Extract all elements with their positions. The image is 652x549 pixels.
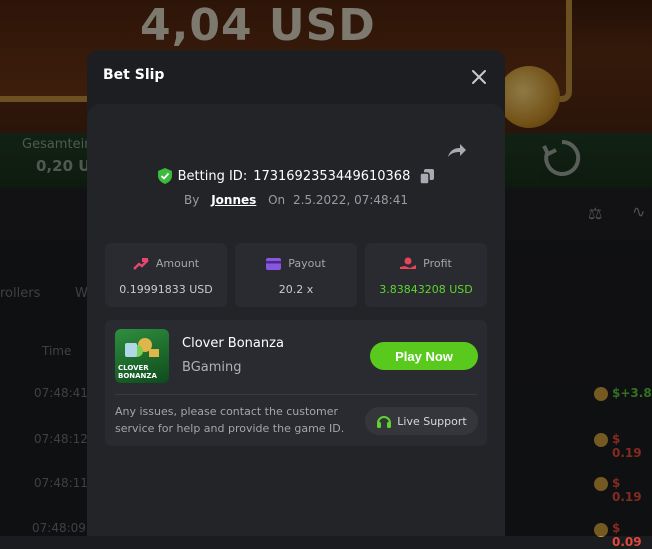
divider: [115, 394, 477, 395]
game-name[interactable]: Clover Bonanza: [182, 336, 284, 351]
live-support-button[interactable]: Live Support: [365, 407, 478, 435]
stat-label: Payout: [288, 257, 326, 270]
stat-label: Profit: [423, 257, 452, 270]
copy-icon[interactable]: [420, 168, 435, 184]
stat-value: 0.19991833 USD: [119, 283, 213, 296]
verified-shield-icon: [157, 168, 172, 184]
headset-icon: [377, 415, 392, 428]
thumb-title: CLOVER BONANZA: [118, 364, 157, 380]
betting-id-row: Betting ID: 1731692353449610368: [87, 168, 505, 188]
bet-details-card: Betting ID: 1731692353449610368 By Jonne…: [87, 104, 505, 536]
stat-payout: Payout 20.2 x: [235, 243, 357, 307]
payout-card-icon: [266, 257, 282, 270]
live-support-label: Live Support: [397, 414, 467, 428]
on-label: On: [268, 193, 286, 207]
betting-id-value: 1731692353449610368: [253, 168, 411, 184]
stat-value: 20.2 x: [278, 283, 314, 296]
stat-profit: Profit 3.83843208 USD: [365, 243, 487, 307]
bet-slip-modal: Bet Slip Betting ID: 1731692353449610368: [87, 50, 505, 536]
author-row: By Jonnes On 2.5.2022, 07:48:41: [87, 193, 505, 207]
close-icon[interactable]: [469, 67, 489, 87]
profit-icon: [400, 257, 417, 269]
clover-icon: [125, 338, 159, 357]
share-icon[interactable]: [445, 140, 467, 162]
user-link[interactable]: Jonnes: [211, 193, 256, 207]
stat-label: Amount: [155, 257, 200, 270]
stat-value: 3.83843208 USD: [379, 283, 473, 296]
game-thumbnail[interactable]: CLOVER BONANZA: [115, 329, 169, 383]
amount-icon: [133, 258, 149, 270]
betting-id-label: Betting ID:: [177, 168, 248, 184]
issues-text: Any issues, please contact the customer …: [115, 405, 345, 435]
modal-title: Bet Slip: [103, 67, 165, 83]
play-now-button[interactable]: Play Now: [370, 342, 478, 370]
stat-amount: Amount 0.19991833 USD: [105, 243, 227, 307]
game-provider: BGaming: [182, 360, 242, 375]
by-label: By: [184, 193, 200, 207]
bet-date: 2.5.2022, 07:48:41: [293, 193, 408, 207]
game-card: CLOVER BONANZA Clover Bonanza BGaming Pl…: [105, 320, 487, 446]
